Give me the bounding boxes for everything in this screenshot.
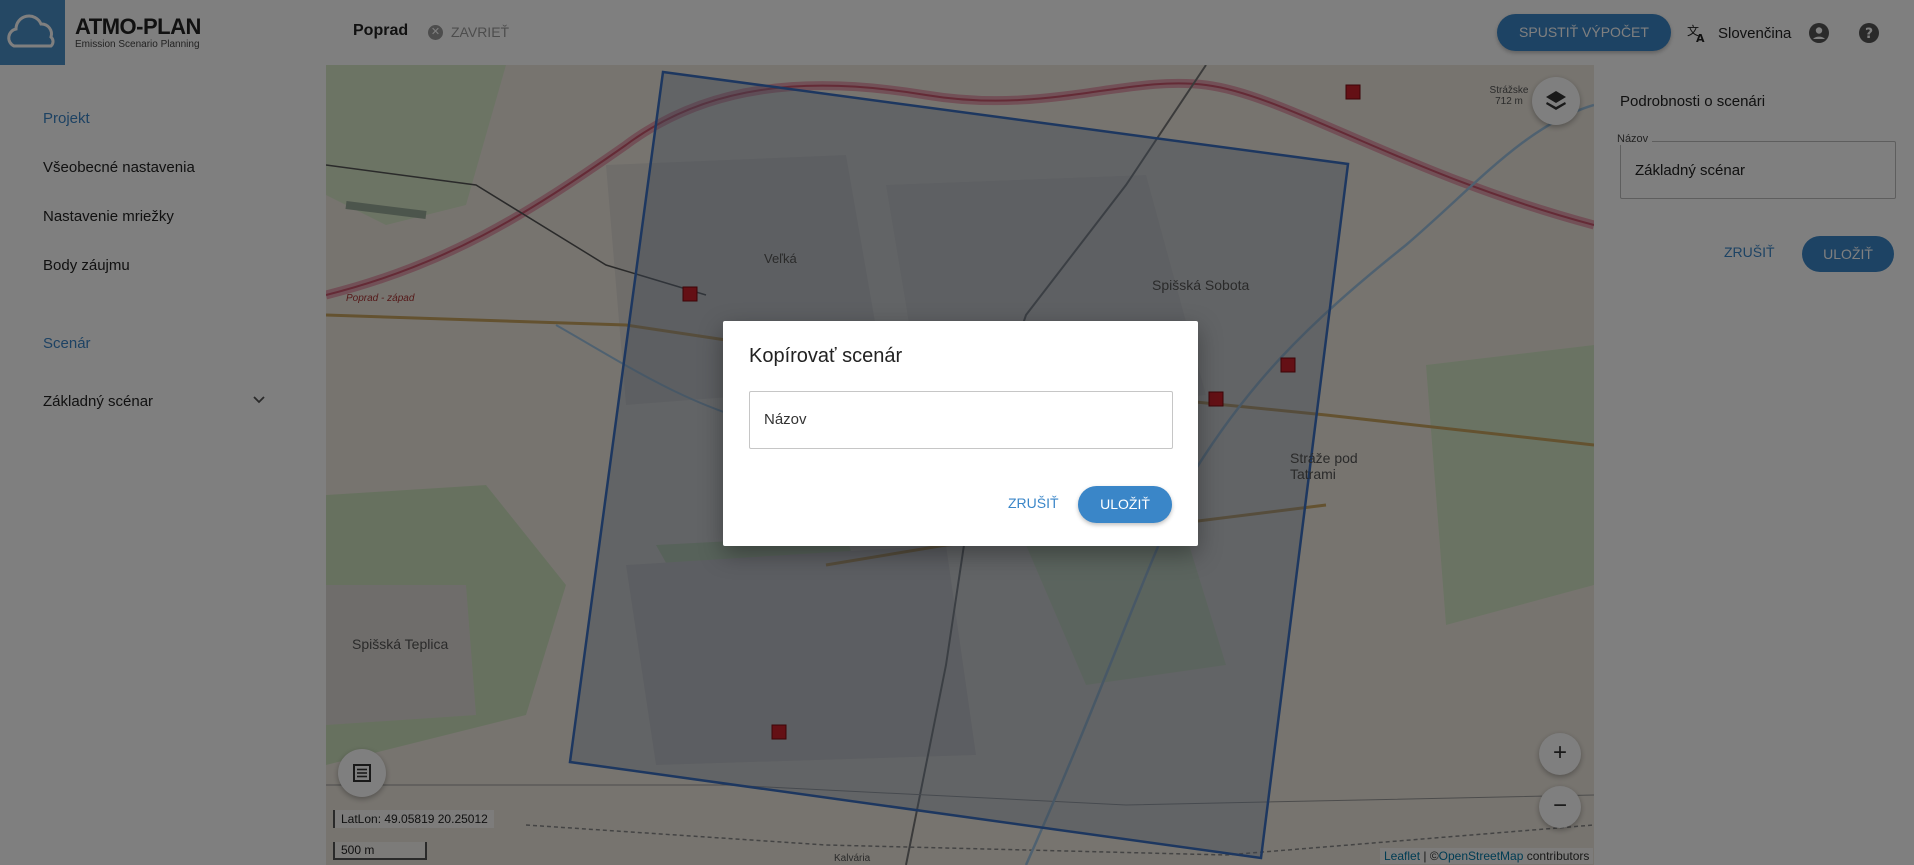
dialog-cancel-button[interactable]: ZRUŠIŤ bbox=[1008, 495, 1059, 511]
scenario-name-input[interactable]: Názov bbox=[749, 391, 1173, 449]
dialog-save-button[interactable]: ULOŽIŤ bbox=[1078, 486, 1172, 523]
copy-scenario-dialog: Kopírovať scenár Názov ZRUŠIŤ ULOŽIŤ bbox=[723, 321, 1198, 546]
dialog-title: Kopírovať scenár bbox=[749, 345, 903, 367]
scenario-name-placeholder: Názov bbox=[764, 411, 807, 428]
